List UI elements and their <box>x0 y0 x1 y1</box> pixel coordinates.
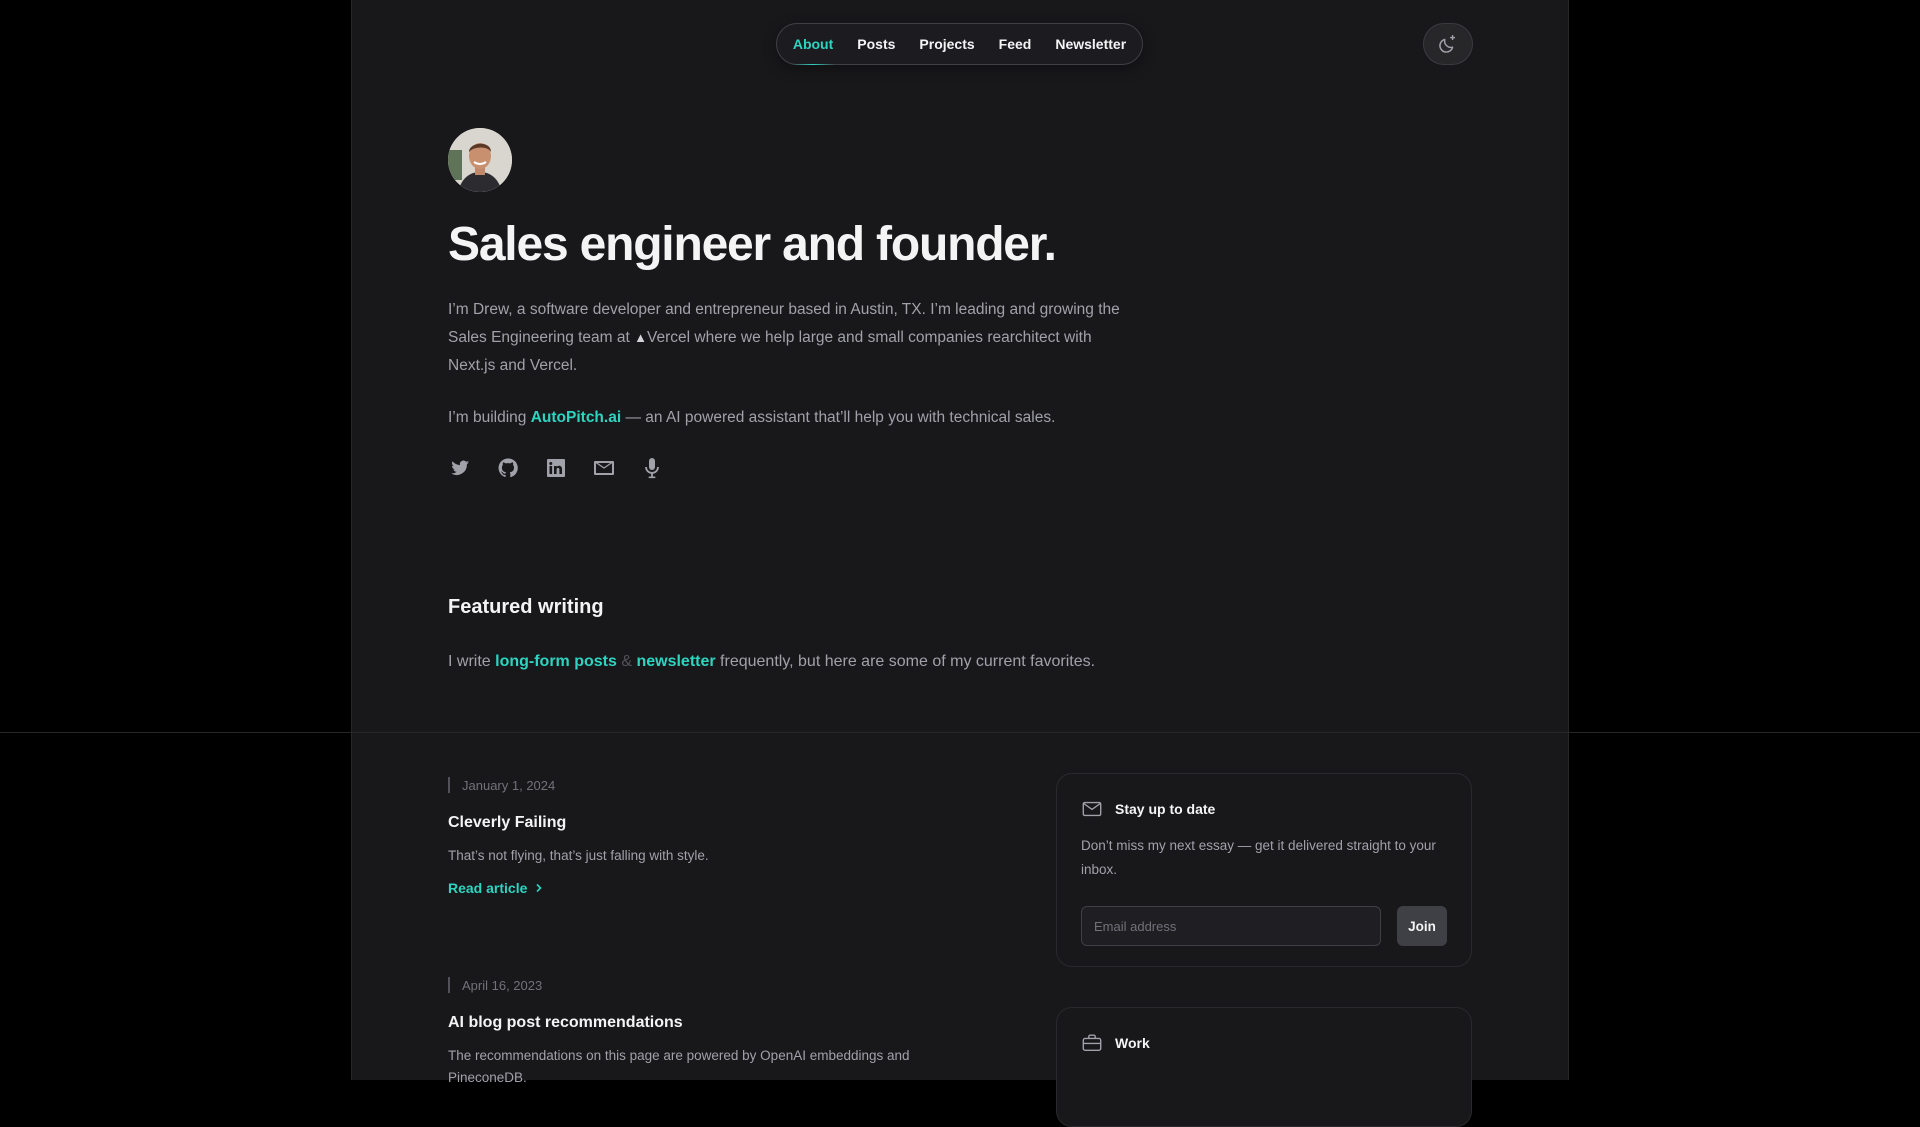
nav-item-feed[interactable]: Feed <box>987 24 1044 64</box>
briefcase-icon <box>1082 1034 1102 1052</box>
twitter-icon[interactable] <box>448 456 472 480</box>
article-description: The recommendations on this page are pow… <box>448 1048 910 1085</box>
article-date: April 16, 2023 <box>448 976 968 994</box>
newsletter-card-title: Stay up to date <box>1115 801 1216 817</box>
email-input[interactable] <box>1081 906 1381 946</box>
microphone-icon[interactable] <box>640 456 664 480</box>
article-title[interactable]: Cleverly Failing <box>448 812 968 834</box>
github-icon[interactable] <box>496 456 520 480</box>
subscribe-form: Join <box>1081 906 1447 946</box>
vercel-logo-icon: ▲ <box>634 330 647 345</box>
long-form-posts-link[interactable]: long-form posts <box>495 653 617 670</box>
featured-text-end: frequently, but here are some of my curr… <box>715 653 1096 670</box>
featured-writing-text: I write long-form posts & newsletter fre… <box>448 650 1248 674</box>
nav-item-posts[interactable]: Posts <box>845 24 907 64</box>
building-paragraph: I’m building AutoPitch.ai — an AI powere… <box>448 404 1128 432</box>
work-card-header: Work <box>1081 1032 1447 1054</box>
theme-toggle-button[interactable] <box>1423 23 1473 65</box>
join-button[interactable]: Join <box>1397 906 1447 946</box>
page-title: Sales engineer and founder. <box>448 218 1057 271</box>
autopitch-link[interactable]: AutoPitch.ai <box>531 409 621 426</box>
featured-text-start: I write <box>448 653 496 670</box>
mail-icon <box>1082 801 1102 817</box>
intro-paragraph: I’m Drew, a software developer and entre… <box>448 296 1128 380</box>
moon-sparkle-icon <box>1439 35 1456 53</box>
newsletter-card-header: Stay up to date <box>1081 798 1447 820</box>
newsletter-card-description: Don’t miss my next essay — get it delive… <box>1081 838 1436 877</box>
featured-writing-heading: Featured writing <box>448 596 604 618</box>
mail-icon[interactable] <box>592 456 616 480</box>
building-text-end: — an AI powered assistant that’ll help y… <box>621 409 1056 426</box>
section-divider <box>0 732 1920 733</box>
nav-item-about[interactable]: About <box>781 24 845 65</box>
article-date: January 1, 2024 <box>448 776 968 794</box>
work-card-title: Work <box>1115 1035 1150 1051</box>
brand-name: Vercel <box>647 329 691 346</box>
chevron-right-icon <box>536 883 543 893</box>
nav-item-newsletter[interactable]: Newsletter <box>1043 24 1138 64</box>
newsletter-link[interactable]: newsletter <box>636 653 715 670</box>
building-text-start: I’m building <box>448 409 531 426</box>
work-card: Work <box>1056 1007 1472 1127</box>
read-article-label: Read article <box>448 880 528 896</box>
article-title[interactable]: AI blog post recommendations <box>448 1012 968 1034</box>
nav-item-projects[interactable]: Projects <box>907 24 986 64</box>
article-item: April 16, 2023 AI blog post recommendati… <box>448 976 968 1089</box>
article-description: That’s not flying, that’s just falling w… <box>448 848 709 863</box>
ampersand: & <box>621 653 633 670</box>
read-article-link[interactable]: Read article <box>448 880 968 896</box>
linkedin-icon[interactable] <box>544 456 568 480</box>
social-links <box>448 456 664 480</box>
article-item: January 1, 2024 Cleverly Failing That’s … <box>448 776 968 897</box>
avatar <box>448 128 512 192</box>
newsletter-card: Stay up to date Don’t miss my next essay… <box>1056 773 1472 967</box>
main-nav: About Posts Projects Feed Newsletter <box>776 23 1143 65</box>
